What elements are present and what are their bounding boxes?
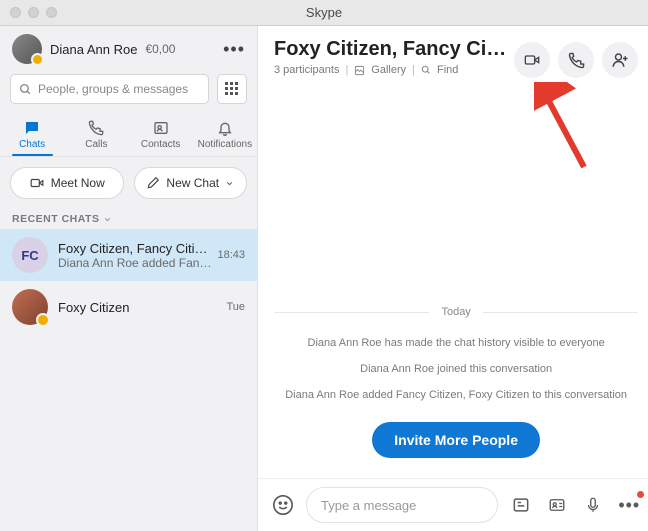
gallery-link[interactable]: Gallery [371, 64, 406, 76]
sidebar: Diana Ann Roe €0,00 ••• People, groups &… [0, 26, 258, 531]
group-avatar: FC [12, 237, 48, 273]
system-message: Diana Ann Roe has made the chat history … [274, 337, 638, 349]
chat-time: 18:43 [217, 249, 245, 261]
composer: Type a message ••• [258, 478, 648, 531]
chat-time: Tue [226, 301, 245, 313]
more-options-button[interactable]: ••• [616, 492, 642, 518]
profile-row: Diana Ann Roe €0,00 ••• [0, 26, 257, 68]
gallery-icon [354, 65, 365, 76]
chat-list-item[interactable]: FC Foxy Citizen, Fancy Citizen Diana Ann… [0, 229, 257, 281]
conversation-pane: Foxy Citizen, Fancy Ci… 3 participants |… [258, 26, 648, 531]
balance[interactable]: €0,00 [145, 42, 175, 56]
file-icon [511, 495, 531, 515]
smile-icon [272, 494, 294, 516]
meet-now-button[interactable]: Meet Now [10, 167, 124, 199]
search-icon [421, 65, 431, 75]
search-icon [19, 83, 32, 96]
date-separator: Today [274, 306, 638, 318]
chat-preview: Diana Ann Roe added Fancy … [58, 256, 211, 270]
tab-notifications[interactable]: Notifications [193, 114, 257, 156]
contact-card-icon [547, 496, 567, 514]
compose-icon [146, 176, 160, 190]
find-link[interactable]: Find [437, 64, 458, 76]
tab-chats[interactable]: Chats [0, 114, 64, 156]
more-icon[interactable]: ••• [223, 39, 245, 60]
search-input[interactable]: People, groups & messages [10, 74, 209, 104]
conversation-header: Foxy Citizen, Fancy Ci… 3 participants |… [258, 26, 648, 86]
video-call-button[interactable] [514, 42, 550, 78]
phone-icon [64, 118, 128, 137]
contact-avatar [12, 289, 48, 325]
chevron-down-icon [103, 215, 112, 224]
window-titlebar: Skype [0, 0, 648, 26]
dialpad-icon [225, 82, 239, 96]
attach-file-button[interactable] [508, 492, 534, 518]
audio-call-button[interactable] [558, 42, 594, 78]
chat-icon [0, 118, 64, 137]
nav-tabs: Chats Calls Contacts Notifications [0, 110, 257, 157]
chat-title: Foxy Citizen [58, 300, 220, 315]
chat-list-item[interactable]: Foxy Citizen Tue [0, 281, 257, 333]
tab-contacts[interactable]: Contacts [129, 114, 193, 156]
profile-name[interactable]: Diana Ann Roe [50, 42, 137, 57]
window-title: Skype [0, 5, 648, 20]
system-message: Diana Ann Roe joined this conversation [274, 363, 638, 375]
message-input[interactable]: Type a message [306, 487, 498, 523]
bell-icon [193, 118, 257, 137]
emoji-button[interactable] [270, 492, 296, 518]
conversation-title[interactable]: Foxy Citizen, Fancy Ci… [274, 38, 506, 61]
message-placeholder: Type a message [321, 498, 416, 513]
participants-count[interactable]: 3 participants [274, 64, 339, 76]
video-icon [29, 176, 45, 190]
share-contact-button[interactable] [544, 492, 570, 518]
add-participant-button[interactable] [602, 42, 638, 78]
video-icon [523, 52, 541, 68]
invite-more-button[interactable]: Invite More People [372, 422, 540, 458]
system-message: Diana Ann Roe added Fancy Citizen, Foxy … [274, 389, 638, 401]
voice-message-button[interactable] [580, 492, 606, 518]
search-placeholder: People, groups & messages [38, 82, 188, 96]
recent-chats-header[interactable]: RECENT CHATS [0, 209, 257, 229]
contacts-icon [129, 118, 193, 137]
user-avatar[interactable] [12, 34, 42, 64]
phone-icon [568, 52, 585, 69]
message-area: Today Diana Ann Roe has made the chat hi… [258, 86, 648, 478]
dialpad-button[interactable] [217, 74, 247, 104]
chat-title: Foxy Citizen, Fancy Citizen [58, 241, 211, 256]
microphone-icon [584, 495, 602, 515]
new-chat-button[interactable]: New Chat [134, 167, 248, 199]
add-user-icon [611, 51, 629, 69]
chevron-down-icon [225, 179, 234, 188]
tab-calls[interactable]: Calls [64, 114, 128, 156]
